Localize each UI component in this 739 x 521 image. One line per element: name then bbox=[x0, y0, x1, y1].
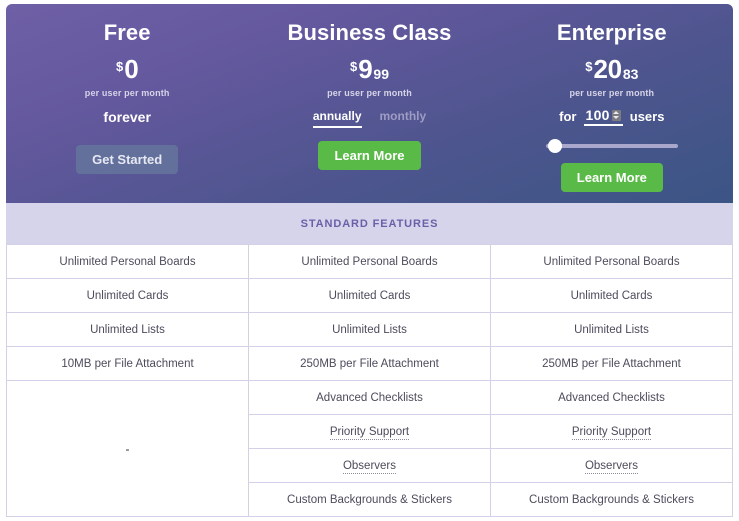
feature-hint-priority-support[interactable]: Priority Support bbox=[329, 425, 410, 440]
price-cents: 83 bbox=[622, 66, 639, 82]
price-amount: 0 bbox=[124, 54, 139, 84]
user-count-slider[interactable] bbox=[545, 139, 678, 153]
table-row: - Advanced Checklists Advanced Checklist… bbox=[6, 380, 733, 517]
plan-column-business-class: Business Class $ 9 99 per user per month… bbox=[248, 4, 490, 203]
feature-cell-enterprise: Observers bbox=[490, 448, 733, 483]
price-unit-label: per user per month bbox=[84, 88, 170, 98]
price-cents: 99 bbox=[373, 66, 389, 82]
feature-cell-business: Advanced Checklists bbox=[248, 380, 491, 415]
feature-hint-observers[interactable]: Observers bbox=[342, 459, 397, 474]
slider-thumb[interactable] bbox=[547, 139, 562, 153]
user-count-row: for 100 users bbox=[559, 107, 664, 126]
plan-price-free: $ 0 bbox=[115, 54, 139, 84]
user-count-input[interactable]: 100 bbox=[583, 107, 623, 126]
features-comparison-table: Unlimited Personal Boards Unlimited Pers… bbox=[6, 244, 733, 517]
feature-cell-enterprise: Custom Backgrounds & Stickers bbox=[490, 482, 733, 517]
user-count-suffix-label: users bbox=[629, 109, 665, 124]
table-row: Unlimited Personal Boards Unlimited Pers… bbox=[6, 244, 733, 279]
feature-cell-business: Unlimited Lists bbox=[248, 312, 491, 347]
pricing-plans-panel: Free $ 0 per user per month forever Get … bbox=[6, 4, 733, 203]
learn-more-button-enterprise[interactable]: Learn More bbox=[560, 163, 663, 192]
get-started-button[interactable]: Get Started bbox=[76, 145, 179, 174]
billing-option-annually[interactable]: annually bbox=[312, 109, 362, 128]
price-amount: 9 bbox=[358, 54, 373, 84]
plan-term-free: forever bbox=[103, 109, 151, 125]
feature-hint-priority-support[interactable]: Priority Support bbox=[571, 425, 652, 440]
price-unit-label: per user per month bbox=[327, 88, 412, 98]
feature-cell-business: Unlimited Cards bbox=[248, 278, 491, 313]
billing-option-monthly[interactable]: monthly bbox=[380, 109, 427, 126]
feature-cell-business: Unlimited Personal Boards bbox=[248, 244, 491, 279]
standard-features-band: STANDARD FEATURES bbox=[6, 203, 733, 244]
feature-cell-free: 10MB per File Attachment bbox=[6, 346, 249, 381]
feature-cell-enterprise: 250MB per File Attachment bbox=[490, 346, 733, 381]
plan-title-business-class: Business Class bbox=[287, 20, 452, 45]
price-amount: 20 bbox=[593, 54, 622, 84]
standard-features-title: STANDARD FEATURES bbox=[300, 217, 439, 230]
feature-cell-enterprise: Advanced Checklists bbox=[490, 380, 733, 415]
plan-title-enterprise: Enterprise bbox=[556, 20, 667, 45]
slider-track[interactable] bbox=[545, 144, 678, 148]
price-unit-label: per user per month bbox=[569, 88, 655, 98]
learn-more-button-business-class[interactable]: Learn More bbox=[318, 141, 421, 170]
billing-period-toggle: annually monthly bbox=[312, 109, 427, 128]
currency-symbol: $ bbox=[350, 59, 358, 74]
caret-up-icon[interactable] bbox=[613, 110, 620, 114]
feature-cell-enterprise: Unlimited Lists bbox=[490, 312, 733, 347]
feature-cell-free: Unlimited Cards bbox=[6, 278, 249, 313]
user-count-value: 100 bbox=[585, 107, 610, 123]
number-spinner-icon[interactable] bbox=[611, 109, 621, 121]
currency-symbol: $ bbox=[115, 59, 124, 74]
currency-symbol: $ bbox=[585, 59, 593, 74]
feature-cell-enterprise: Unlimited Cards bbox=[490, 278, 733, 313]
feature-cell-free: Unlimited Personal Boards bbox=[6, 244, 249, 279]
feature-hint-observers[interactable]: Observers bbox=[584, 459, 639, 474]
table-row: Unlimited Cards Unlimited Cards Unlimite… bbox=[6, 278, 733, 313]
feature-cell-free-unavailable: - bbox=[6, 380, 249, 517]
caret-down-icon[interactable] bbox=[613, 116, 620, 120]
plan-column-enterprise: Enterprise $ 20 83 per user per month fo… bbox=[491, 4, 733, 203]
feature-cell-enterprise: Unlimited Personal Boards bbox=[490, 244, 733, 279]
feature-cell-business: Custom Backgrounds & Stickers bbox=[248, 482, 491, 517]
feature-cell-business: 250MB per File Attachment bbox=[248, 346, 491, 381]
feature-cell-free: Unlimited Lists bbox=[6, 312, 249, 347]
feature-cell-business: Priority Support bbox=[248, 414, 491, 449]
feature-cell-business: Observers bbox=[248, 448, 491, 483]
table-row: Unlimited Lists Unlimited Lists Unlimite… bbox=[6, 312, 733, 347]
table-row: 10MB per File Attachment 250MB per File … bbox=[6, 346, 733, 381]
user-count-prefix-label: for bbox=[559, 109, 577, 124]
feature-cell-enterprise: Priority Support bbox=[490, 414, 733, 449]
plan-title-free: Free bbox=[103, 20, 151, 45]
plan-column-free: Free $ 0 per user per month forever Get … bbox=[6, 4, 248, 203]
plan-price-enterprise: $ 20 83 bbox=[585, 56, 638, 82]
plan-price-business-class: $ 9 99 bbox=[350, 56, 389, 82]
